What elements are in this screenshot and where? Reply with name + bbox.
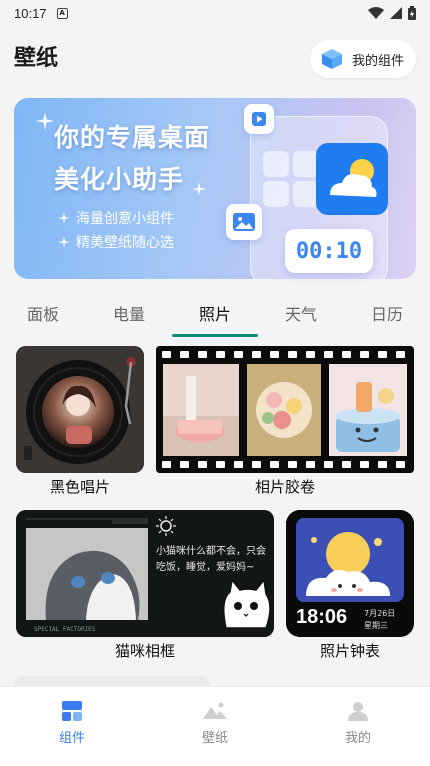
widget-photo-clock-caption: 照片钟表 bbox=[319, 642, 380, 660]
wifi-icon bbox=[368, 7, 384, 19]
weather-cloud-icon bbox=[316, 143, 388, 215]
battery-icon bbox=[408, 6, 416, 20]
photo-clock-weekday: 星期三 bbox=[364, 621, 388, 630]
page-title: 壁纸 bbox=[14, 46, 59, 71]
user-icon bbox=[348, 702, 368, 721]
image-icon bbox=[226, 204, 262, 240]
cat-frame-footer: SPECIAL FACTORIES bbox=[34, 626, 96, 633]
photo-clock-date: 7月26日 bbox=[364, 609, 396, 618]
my-widgets-button[interactable]: 我的组件 bbox=[309, 40, 416, 78]
sparkle-icon bbox=[192, 182, 206, 196]
nav-widgets[interactable]: 组件 bbox=[32, 701, 112, 746]
sparkle-icon bbox=[36, 112, 54, 130]
header: 壁纸 我的组件 bbox=[0, 26, 430, 90]
banner-bullet-2: 精美壁纸随心选 bbox=[58, 232, 174, 252]
widget-cat-frame[interactable]: 小猫咪什么都不会，只会吃饭，睡觉，爱妈妈~ SPECIAL FACTORIES bbox=[16, 510, 274, 637]
nav-widgets-label: 组件 bbox=[58, 731, 85, 746]
nav-mine[interactable]: 我的 bbox=[318, 701, 398, 746]
my-widgets-label: 我的组件 bbox=[351, 53, 404, 69]
widgets-icon bbox=[62, 701, 82, 721]
record-turntable-image bbox=[16, 346, 144, 473]
tab-panel[interactable]: 面板 bbox=[0, 288, 86, 338]
nav-mine-label: 我的 bbox=[344, 731, 371, 746]
cat-frame-note: 小猫咪什么都不会，只会吃饭，睡觉，爱妈妈~ bbox=[156, 546, 266, 573]
cube-icon bbox=[321, 49, 342, 69]
nav-wallpaper[interactable]: 壁纸 bbox=[175, 701, 255, 746]
widget-film-roll-caption: 相片胶卷 bbox=[254, 478, 315, 496]
banner-bullet-2-text: 精美壁纸随心选 bbox=[76, 235, 174, 251]
bottom-nav: 组件 壁纸 我的 bbox=[0, 686, 430, 766]
tab-battery[interactable]: 电量 bbox=[86, 288, 172, 338]
signal-icon bbox=[390, 7, 402, 19]
banner-bullet-1-text: 海量创意小组件 bbox=[76, 211, 174, 227]
tab-photo[interactable]: 照片 bbox=[172, 288, 258, 338]
play-icon bbox=[244, 104, 274, 134]
banner-headline-2: 美化小助手 bbox=[54, 165, 185, 194]
widget-black-record-caption: 黑色唱片 bbox=[49, 478, 110, 496]
status-icons bbox=[368, 6, 416, 20]
banner-bullet-1: 海量创意小组件 bbox=[58, 208, 174, 228]
tab-indicator bbox=[172, 334, 258, 337]
tab-calendar[interactable]: 日历 bbox=[344, 288, 430, 338]
widget-cat-frame-caption: 猫咪相框 bbox=[114, 642, 175, 660]
widget-film-roll[interactable] bbox=[156, 346, 414, 473]
status-time: 10:17 bbox=[14, 5, 47, 21]
nav-wallpaper-label: 壁纸 bbox=[201, 731, 228, 746]
star-bullet-icon bbox=[58, 212, 70, 224]
film-strip-image bbox=[156, 346, 414, 473]
star-bullet-icon bbox=[58, 236, 70, 248]
clock-preview: 00:10 bbox=[285, 229, 373, 273]
widget-black-record[interactable] bbox=[16, 346, 144, 473]
status-bar: 10:17 A bbox=[0, 0, 430, 26]
widget-photo-clock[interactable]: 18:06 7月26日 星期三 bbox=[286, 510, 414, 637]
banner-headline-1: 你的专属桌面 bbox=[54, 123, 211, 152]
notification-icon: A bbox=[56, 7, 68, 19]
mountain-image-icon bbox=[203, 702, 227, 719]
tab-weather[interactable]: 天气 bbox=[258, 288, 344, 338]
category-tabs: 面板 电量 照片 天气 日历 bbox=[0, 288, 430, 338]
photo-clock-time: 18:06 bbox=[296, 606, 348, 628]
